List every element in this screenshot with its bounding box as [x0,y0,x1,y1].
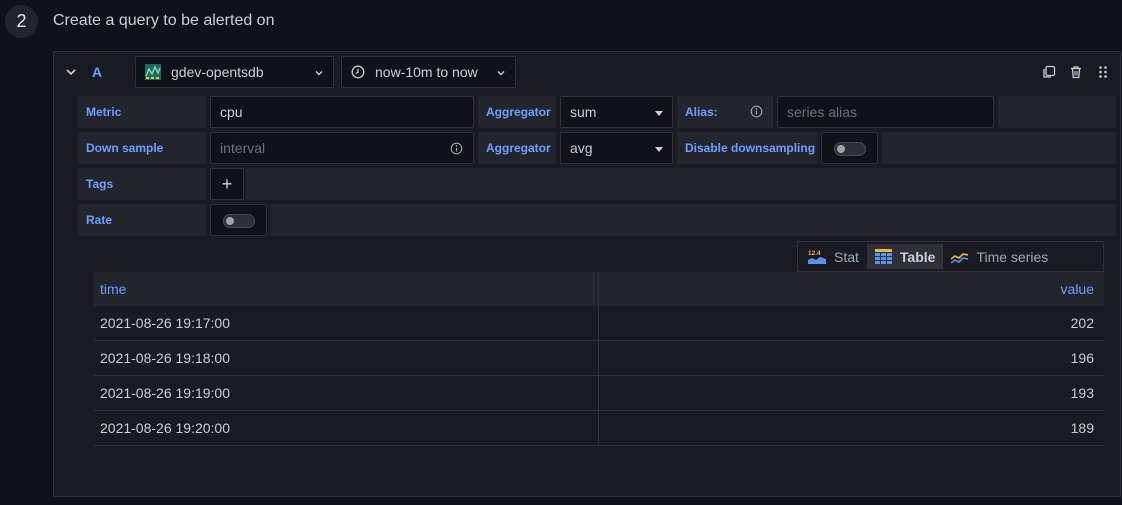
downsample-placeholder: interval [220,140,266,156]
table-row: 2021-08-26 19:20:00 189 [94,411,1104,446]
view-option-table[interactable]: Table [866,244,944,269]
view-option-label: Stat [834,248,859,265]
chevron-down-icon [315,71,323,76]
add-tag-button[interactable]: + [210,168,244,200]
cell-value: 202 [1070,315,1094,331]
query-panel: A gdev-opentsdb now-10m to now Metric cp… [53,51,1121,497]
copy-icon[interactable] [1042,65,1056,79]
datasource-name: gdev-opentsdb [171,64,264,80]
results-table: time value 2021-08-26 19:17:00 202 2021-… [94,272,1104,446]
tags-label: Tags [78,168,206,200]
chevron-down-icon [497,71,505,76]
metric-label: Metric [78,96,206,128]
cell-time: 2021-08-26 19:18:00 [94,341,599,375]
table-row: 2021-08-26 19:17:00 202 [94,306,1104,341]
aggregator-value: sum [570,104,597,120]
cell-value: 193 [1070,385,1094,401]
rate-label: Rate [78,204,206,236]
info-icon[interactable] [450,142,463,155]
table-row: 2021-08-26 19:19:00 193 [94,376,1104,411]
opentsdb-logo-icon [145,64,161,80]
row-filler [998,96,1116,128]
view-option-time-series[interactable]: Time series [943,244,1056,269]
alias-label-text: Alias: [685,105,718,119]
chevron-down-icon[interactable] [64,65,78,79]
table-header: time value [94,272,1104,306]
row-filler [246,168,1116,200]
rate-toggle[interactable] [210,204,267,236]
stat-icon-badge: 12.4 [808,250,821,257]
query-ref-id[interactable]: A [92,64,102,80]
view-option-label: Time series [976,248,1049,265]
datasource-picker[interactable]: gdev-opentsdb [135,56,334,88]
aggregator-select[interactable]: sum [560,96,673,128]
query-actions [1042,65,1110,79]
view-option-label: Table [899,248,936,265]
caret-down-icon [655,147,663,152]
toggle-track [223,214,255,228]
downsample-aggregator-value: avg [570,140,593,156]
info-icon[interactable] [750,105,763,118]
clock-icon [351,65,365,79]
cell-value: 196 [1070,350,1094,366]
cell-time: 2021-08-26 19:20:00 [94,411,599,445]
cell-time: 2021-08-26 19:17:00 [94,306,599,340]
row-filler [271,204,1116,236]
downsample-aggregator-label: Aggregator [478,132,556,164]
relative-time-picker[interactable]: now-10m to now [341,56,516,88]
cell-time: 2021-08-26 19:19:00 [94,376,599,410]
disable-downsampling-toggle[interactable] [821,132,878,164]
alias-label: Alias: [677,96,773,128]
alias-input[interactable]: series alias [777,96,994,128]
downsample-label: Down sample [78,132,206,164]
time-range-text: now-10m to now [375,64,478,80]
cell-value: 189 [1070,420,1094,436]
visualization-switch: 12.4 Stat Table Time series [797,241,1104,272]
row-filler [882,132,1116,164]
disable-downsampling-label: Disable downsampling [677,132,817,164]
column-header-value[interactable]: value [599,272,1104,306]
table-row: 2021-08-26 19:18:00 196 [94,341,1104,376]
table-icon [874,249,892,264]
step-title: Create a query to be alerted on [53,12,275,29]
toggle-knob [837,145,845,153]
timeseries-icon [951,252,969,264]
downsample-aggregator-select[interactable]: avg [560,132,673,164]
toggle-track [834,142,866,156]
query-header: A gdev-opentsdb now-10m to now [54,52,1120,92]
downsample-interval-input[interactable]: interval [210,132,474,164]
view-option-stat[interactable]: 12.4 Stat [800,244,867,269]
aggregator-label: Aggregator [478,96,556,128]
stat-icon: 12.4 [808,250,826,264]
caret-down-icon [655,111,663,116]
step-number-badge: 2 [5,5,38,38]
column-header-time[interactable]: time [94,272,599,306]
metric-input[interactable]: cpu [210,96,474,128]
trash-icon[interactable] [1069,65,1083,79]
toggle-knob [226,217,234,225]
drag-handle-icon[interactable] [1096,65,1110,79]
